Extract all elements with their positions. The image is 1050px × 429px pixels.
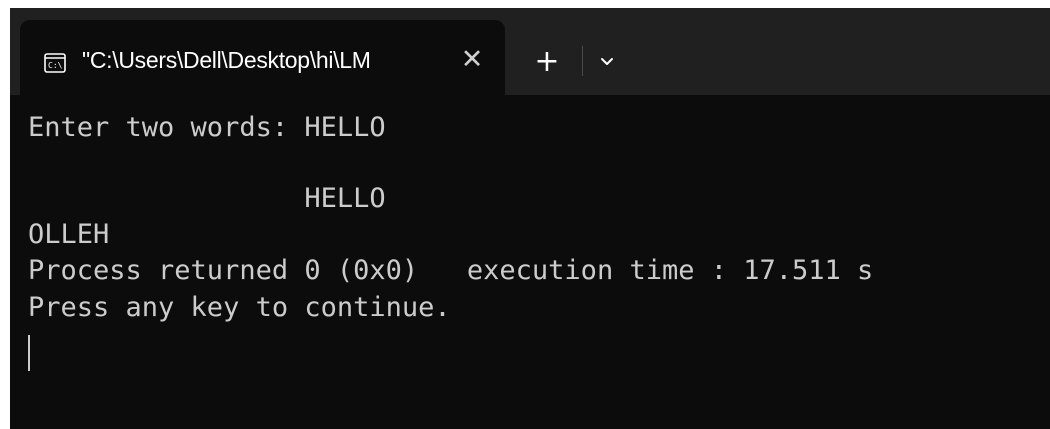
chevron-down-icon[interactable] bbox=[593, 48, 621, 76]
tab-console[interactable]: C:\ "C:\Users\Dell\Desktop\hi\LM ✕ bbox=[20, 20, 505, 95]
console-icon: C:\ bbox=[44, 53, 66, 73]
output-line: OLLEH bbox=[28, 219, 110, 250]
terminal-window: C:\ "C:\Users\Dell\Desktop\hi\LM ✕ + Ent… bbox=[10, 8, 1050, 429]
output-line: Enter two words: HELLO bbox=[28, 112, 386, 143]
new-tab-button[interactable]: + bbox=[530, 45, 564, 79]
output-line: Process returned 0 (0x0) execution time … bbox=[28, 255, 874, 286]
svg-text:C:\: C:\ bbox=[48, 61, 63, 70]
terminal-output[interactable]: Enter two words: HELLO HELLO OLLEH Proce… bbox=[10, 95, 1050, 429]
output-line: HELLO bbox=[28, 183, 386, 214]
tab-divider bbox=[582, 46, 583, 76]
close-icon[interactable]: ✕ bbox=[454, 42, 490, 78]
title-bar: C:\ "C:\Users\Dell\Desktop\hi\LM ✕ + bbox=[10, 8, 1050, 95]
output-line: Press any key to continue. bbox=[28, 292, 451, 323]
tab-title: "C:\Users\Dell\Desktop\hi\LM bbox=[82, 47, 371, 73]
text-cursor bbox=[28, 335, 30, 371]
